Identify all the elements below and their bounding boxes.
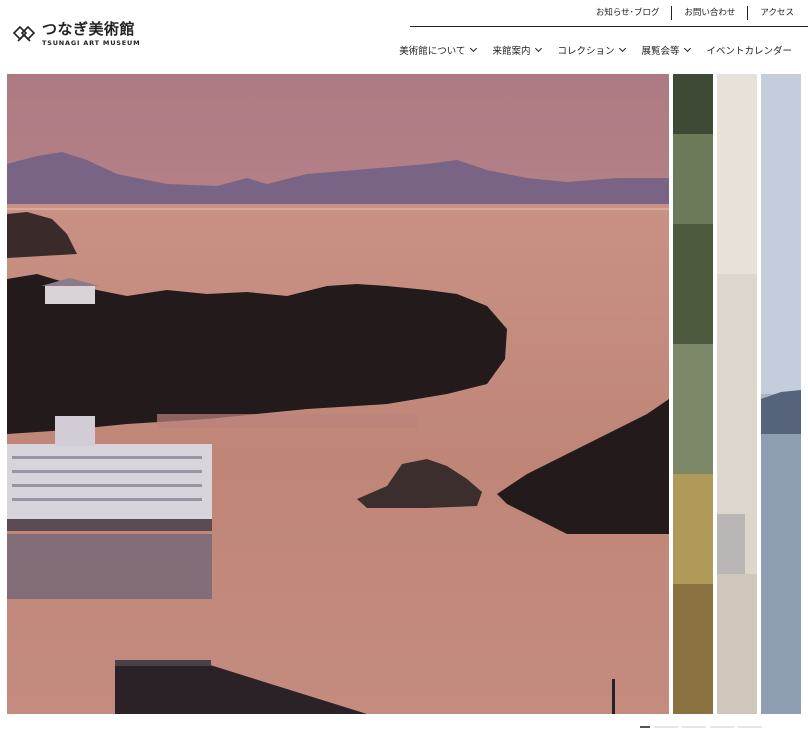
util-link-contact[interactable]: お問い合わせ — [672, 6, 747, 20]
pagination-dot-active[interactable] — [640, 726, 650, 728]
preview-image — [761, 74, 801, 714]
header-rule — [410, 26, 808, 27]
nav-item-visit[interactable]: 来館案内 — [492, 43, 543, 57]
nav-item-exhibitions[interactable]: 展覧会等 — [641, 43, 692, 57]
logo-name-en: TSUNAGI ART MUSEUM — [42, 39, 141, 47]
hero-landscape-image — [7, 74, 669, 714]
logo-mark-icon — [12, 26, 36, 42]
nav-item-label: イベントカレンダー — [706, 46, 792, 57]
nav-item-label: コレクション — [557, 46, 615, 57]
nav-item-collection[interactable]: コレクション — [557, 43, 627, 57]
preview-image — [717, 74, 757, 714]
hero-slide-preview-2[interactable] — [673, 74, 713, 714]
nav-item-label: 美術館について — [399, 46, 466, 57]
preview-image — [673, 74, 713, 714]
utility-nav: お知らせ･ブログ お問い合わせ アクセス — [584, 6, 794, 20]
hero-slide-main[interactable] — [7, 74, 669, 714]
hero-slide-preview-3[interactable] — [717, 74, 757, 714]
nav-item-label: 展覧会等 — [641, 46, 680, 57]
nav-item-event-calendar[interactable]: イベントカレンダー — [706, 43, 792, 57]
chevron-down-icon — [535, 44, 543, 53]
util-link-news-blog[interactable]: お知らせ･ブログ — [584, 6, 672, 20]
chevron-down-icon — [619, 44, 627, 53]
pagination-dot[interactable] — [682, 726, 706, 728]
util-link-access[interactable]: アクセス — [748, 6, 794, 20]
hero-slide-preview-4[interactable] — [761, 74, 801, 714]
chevron-down-icon — [470, 44, 478, 53]
slide-pagination — [640, 726, 762, 728]
chevron-down-icon — [684, 44, 692, 53]
site-logo[interactable]: つなぎ美術館 TSUNAGI ART MUSEUM — [12, 22, 140, 47]
nav-item-about[interactable]: 美術館について — [399, 43, 478, 57]
pagination-dot[interactable] — [654, 726, 678, 728]
main-nav: 美術館について 来館案内 コレクション 展覧会等 イベントカレンダー — [399, 43, 792, 57]
logo-name: つなぎ美術館 — [42, 20, 136, 38]
nav-item-label: 来館案内 — [492, 46, 531, 57]
pagination-dot[interactable] — [738, 726, 762, 728]
pagination-dot[interactable] — [710, 726, 734, 728]
